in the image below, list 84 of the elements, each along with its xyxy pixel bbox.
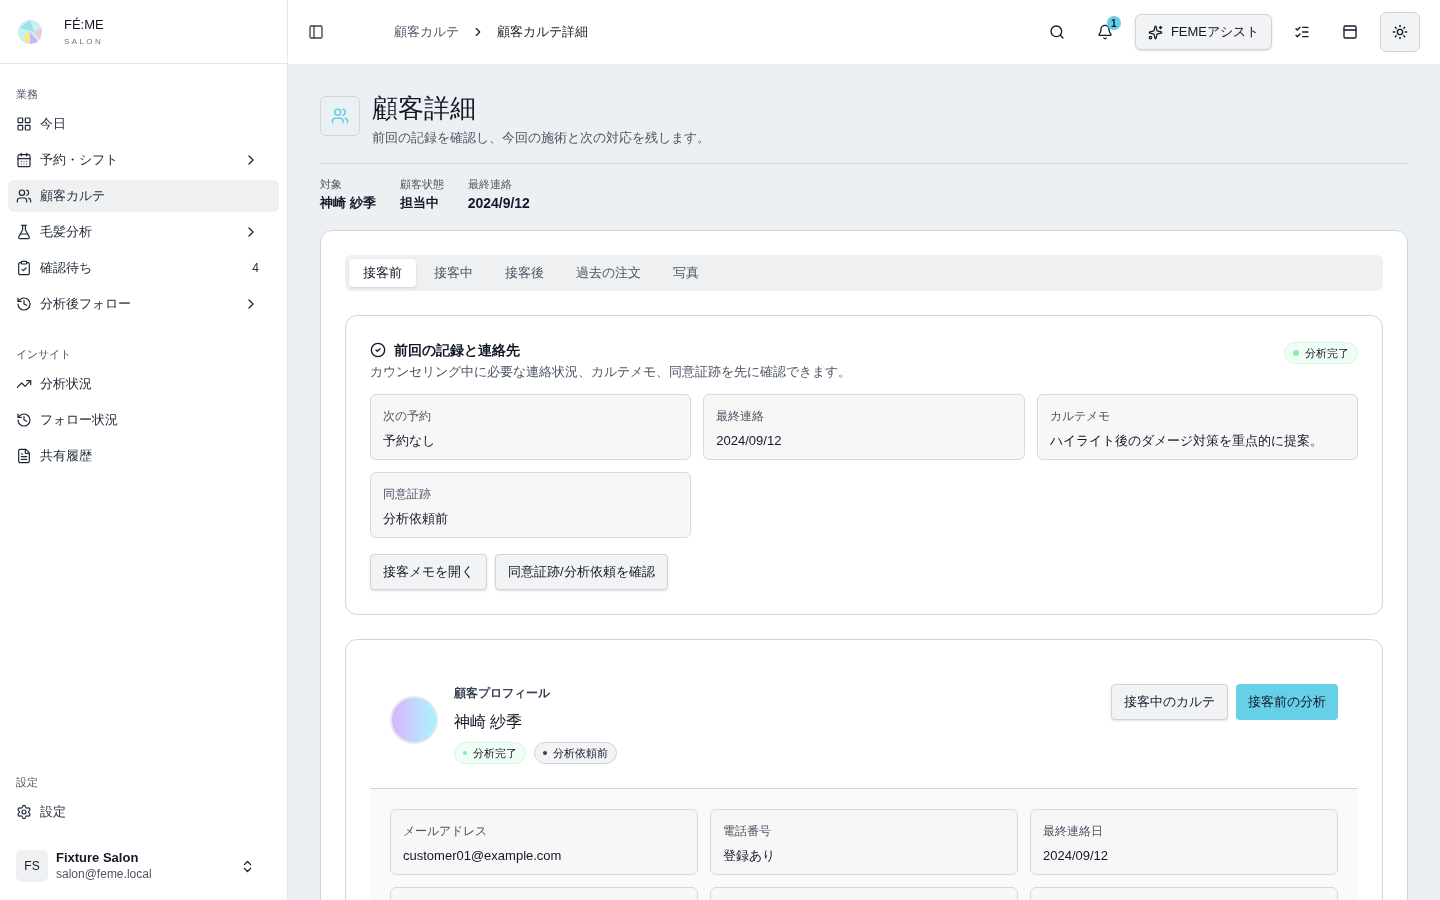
section-label: インサイト [15, 346, 72, 362]
sidebar-item[interactable]: 毛髪分析 [8, 216, 279, 248]
field-label: カルテメモ [1049, 407, 1111, 425]
status-badge: 分析依頼前 [534, 741, 617, 764]
sidebar-toggle-icon[interactable] [308, 24, 324, 40]
meta-label: 対象 [320, 177, 343, 193]
profile-heading: 顧客プロフィール [454, 684, 551, 702]
count: 4 [252, 260, 260, 276]
tab[interactable]: 接客中 [420, 258, 487, 287]
user-name: Fixture Salon [56, 849, 140, 867]
tab[interactable]: 接客前 [349, 258, 416, 287]
notification-button[interactable]: 1 [1086, 14, 1123, 50]
tab[interactable]: 写真 [659, 258, 713, 287]
field-label: 最終連絡日 [1043, 823, 1104, 840]
users-icon [16, 188, 32, 204]
page-subtitle: 前回の記録を確認し、今回の施術と次の対応を残します。 [372, 129, 710, 147]
calendar-icon [16, 152, 32, 168]
bell-icon [1096, 24, 1113, 40]
field-value: ハイライト後のダメージ対策を重点的に提案。 [1049, 431, 1324, 450]
user-menu[interactable]: FS Fixture Salon salon@feme.local [8, 844, 279, 900]
file-icon [16, 448, 32, 464]
meta-value: 2024/9/12 [467, 193, 530, 213]
section-label: 業務 [15, 86, 39, 102]
theme-button[interactable] [1380, 12, 1420, 52]
assist-button[interactable]: FEMEアシスト [1134, 14, 1272, 50]
status-badge: 分析完了 [1284, 341, 1358, 365]
user-email: salon@feme.local [56, 866, 153, 883]
sidebar-item[interactable]: 顧客カルテ [8, 180, 279, 212]
sidebar-item[interactable]: 確認待ち 4 [8, 252, 279, 284]
clipboard-icon [16, 260, 32, 276]
sidebar-item[interactable]: 分析状況 [8, 368, 279, 400]
breadcrumb-item[interactable]: 顧客カルテ詳細 [497, 22, 588, 42]
field-label: 次の予約 [383, 407, 432, 425]
profile-button[interactable]: 接客中のカルテ [1111, 683, 1228, 720]
action-button[interactable]: 接客メモを開く [370, 553, 487, 590]
field-value: 2024/09/12 [716, 431, 783, 450]
search-icon [1048, 24, 1065, 40]
meta-value: 神崎 紗季 [320, 193, 376, 212]
card-description: カウンセリング中に必要な連絡状況、カルテメモ、同意証跡を先に確認できます。 [370, 363, 852, 381]
field-label: メールアドレス [403, 823, 488, 840]
card-title: 前回の記録と連絡先 [394, 340, 520, 360]
flask-icon [16, 224, 32, 240]
profile-button[interactable]: 接客前の分析 [1236, 683, 1338, 720]
field-label: 最終連絡 [716, 407, 766, 425]
field-value: 予約なし [383, 431, 436, 450]
brand-name: FÉ:ME [64, 15, 104, 34]
meta-label: 顧客状態 [399, 177, 444, 193]
field-value: 分析依頼前 [383, 509, 449, 528]
sidebar-item[interactable]: 設定 [8, 796, 279, 828]
meta-label: 最終連絡 [467, 177, 513, 193]
user-avatar: FS [16, 850, 48, 882]
history-icon [16, 412, 32, 428]
brand-subtitle: SALON [64, 36, 104, 49]
sidebar-item[interactable]: フォロー状況 [8, 404, 279, 436]
sidebar-item[interactable]: 共有履歴 [8, 440, 279, 472]
sparkles-icon [1147, 24, 1163, 40]
panel-icon [1342, 24, 1358, 40]
field-label: 電話番号 [723, 823, 772, 840]
sun-icon [1392, 24, 1408, 40]
field-value: 2024/09/12 [1043, 847, 1110, 865]
sidebar-item[interactable]: 今日 [8, 108, 279, 140]
tab[interactable]: 過去の注文 [562, 258, 655, 287]
settings-icon [16, 804, 32, 820]
meta-value: 担当中 [399, 193, 440, 212]
status-badge: 分析完了 [454, 741, 526, 764]
sidebar-item[interactable]: 予約・シフト [8, 144, 279, 176]
section-label: 設定 [15, 774, 39, 790]
action-button[interactable]: 同意証跡/分析依頼を確認 [495, 553, 668, 590]
users-icon [331, 107, 349, 125]
sidebar-item[interactable]: 分析後フォロー [8, 288, 279, 320]
grid-icon [16, 116, 32, 132]
history-icon [16, 296, 32, 312]
breadcrumb-item[interactable]: 顧客カルテ [394, 22, 459, 42]
field-value: customer01@example.com [403, 847, 563, 865]
check-circle-icon [370, 342, 386, 359]
customer-name: 神崎 紗季 [454, 711, 524, 732]
avatar [390, 695, 438, 744]
field-value: 登録あり [723, 847, 776, 865]
tab[interactable]: 接客後 [491, 258, 558, 287]
logo-icon [16, 17, 44, 46]
page-title: 顧客詳細 [372, 92, 477, 125]
checklist-icon [1294, 24, 1310, 40]
field-label: 同意証跡 [383, 485, 432, 503]
notification-badge: 1 [1106, 16, 1121, 30]
